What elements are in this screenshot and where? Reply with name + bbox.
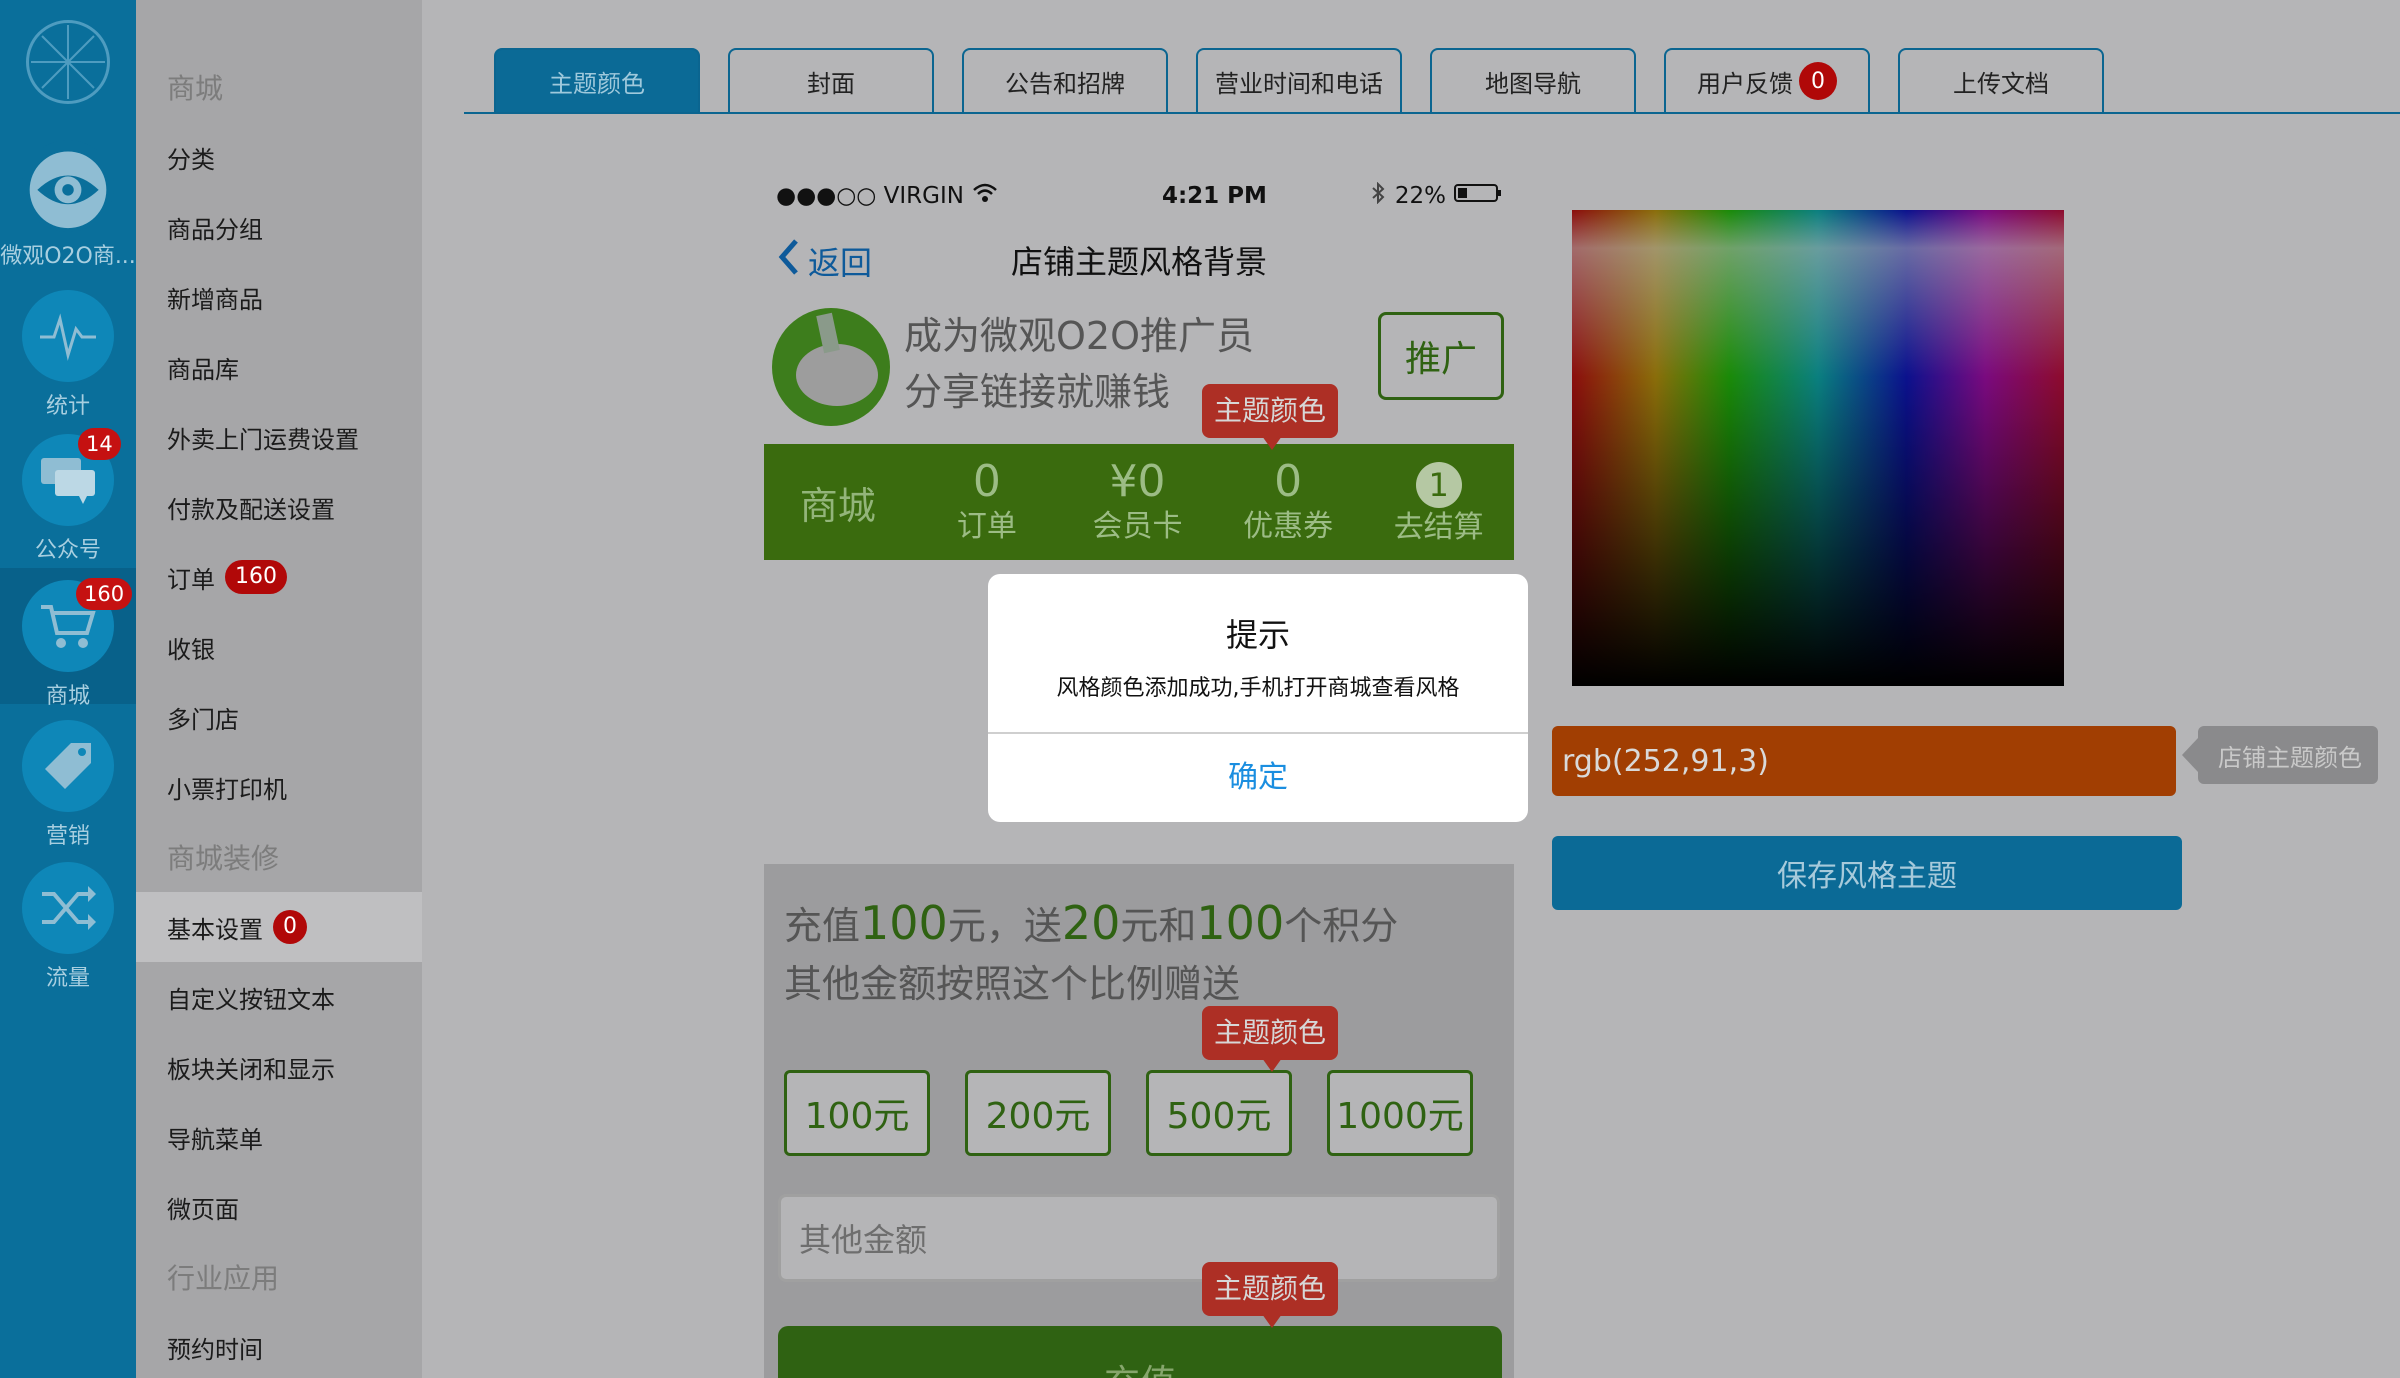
color-picker-spectrum[interactable] (1572, 210, 2064, 686)
mall-stats-bar: 商城 0 订单 ¥0 会员卡 0 优惠券 1 去结算 (764, 444, 1514, 560)
tab-notice-sign[interactable]: 公告和招牌 (962, 48, 1168, 112)
recharge-offer-line: 充值100元，送20元和100个积分 (784, 896, 1399, 950)
icon-rail: 微观O2O商... 统计 14 公众号 160 商城 营销 流量 (0, 0, 136, 1378)
stat-checkout[interactable]: 1 去结算 (1363, 457, 1514, 548)
tag-icon (22, 720, 114, 812)
rail-label: 商城 (45, 684, 90, 709)
carrier-label: ●●●○○ VIRGIN (776, 183, 964, 209)
phone-nav-bar: 返回 店铺主题风格背景 (764, 220, 1514, 300)
rail-item-stats[interactable]: 统计 (0, 290, 136, 420)
wifi-icon (972, 183, 998, 209)
menu-item-receipt-printer[interactable]: 小票打印机 (136, 752, 422, 822)
cart-count-badge: 1 (1415, 461, 1462, 508)
dialog-ok-button[interactable]: 确定 (988, 734, 1528, 822)
menu-item-product-groups[interactable]: 商品分组 (136, 192, 422, 262)
rail-item-wechat[interactable]: 14 公众号 (0, 428, 136, 564)
menu-item-booking-time[interactable]: 预约时间 (136, 1312, 422, 1378)
feedback-badge: 0 (1799, 62, 1837, 100)
secondary-menu: 商城 分类 商品分组 新增商品 商品库 外卖上门运费设置 付款及配送设置 订单 1… (136, 0, 422, 1378)
rail-label: 公众号 (34, 538, 101, 563)
alert-dialog: 提示 风格颜色添加成功,手机打开商城查看风格 确定 (988, 574, 1528, 822)
rail-badge: 14 (78, 428, 121, 460)
tab-theme-color[interactable]: 主题颜色 (494, 48, 700, 112)
promote-button[interactable]: 推广 (1378, 312, 1504, 400)
menu-item-micro-page[interactable]: 微页面 (136, 1172, 422, 1242)
back-button[interactable]: 返回 (778, 238, 872, 284)
logo-icon (26, 20, 110, 104)
settings-tabs: 主题颜色 封面 公告和招牌 营业时间和电话 地图导航 用户反馈 0 上传文档 (464, 48, 2400, 114)
menu-group-decoration: 商城装修 (167, 842, 280, 875)
rail-item-home[interactable]: 微观O2O商... (0, 140, 136, 270)
other-amount-input[interactable]: 其他金额 (778, 1194, 1500, 1282)
promo-banner: 成为微观O2O推广员 分享链接就赚钱 推广 (764, 300, 1514, 444)
status-bar: ●●●○○ VIRGIN 4:21 PM 22% (764, 172, 1514, 220)
menu-item-delivery-fee[interactable]: 外卖上门运费设置 (136, 402, 422, 472)
phone-page-title: 店铺主题风格背景 (1010, 243, 1267, 281)
theme-color-tag: 主题颜色 (1202, 1262, 1339, 1328)
orders-badge: 160 (225, 560, 287, 594)
shuffle-icon (22, 862, 114, 954)
battery-label: 22% (1394, 183, 1446, 209)
menu-item-category[interactable]: 分类 (136, 122, 422, 192)
back-label: 返回 (808, 244, 873, 282)
rail-label: 营销 (45, 824, 90, 849)
bluetooth-icon (1371, 181, 1385, 210)
tab-hours-phone[interactable]: 营业时间和电话 (1196, 48, 1402, 112)
pulse-icon (22, 290, 114, 382)
chat-icon: 14 (22, 428, 121, 526)
theme-color-tag: 主题颜色 (1202, 384, 1339, 450)
menu-item-basic-settings[interactable]: 基本设置 0 (136, 892, 422, 962)
rail-label: 流量 (45, 966, 90, 991)
eye-icon (22, 140, 114, 232)
battery-icon (1454, 183, 1502, 209)
tab-cover[interactable]: 封面 (728, 48, 934, 112)
recharge-button[interactable]: 充值 (778, 1326, 1502, 1378)
rail-item-mall[interactable]: 160 商城 (0, 568, 136, 709)
amount-option-1000[interactable]: 1000元 (1327, 1070, 1473, 1156)
tab-feedback[interactable]: 用户反馈 0 (1664, 48, 1870, 112)
recharge-section: 充值100元，送20元和100个积分 其他金额按照这个比例赠送 100元 200… (764, 864, 1514, 1378)
tab-map-nav[interactable]: 地图导航 (1430, 48, 1636, 112)
menu-item-custom-button-text[interactable]: 自定义按钮文本 (136, 962, 422, 1032)
recharge-offer-note: 其他金额按照这个比例赠送 (784, 962, 1241, 1006)
mall-bar-title: 商城 (799, 483, 876, 528)
rail-label: 统计 (45, 394, 90, 419)
menu-item-multi-store[interactable]: 多门店 (136, 682, 422, 752)
chevron-left-icon (778, 238, 800, 284)
theme-color-tag: 主题颜色 (1202, 1006, 1339, 1072)
menu-item-nav-menu[interactable]: 导航菜单 (136, 1102, 422, 1172)
amount-option-500[interactable]: 500元 (1146, 1070, 1292, 1156)
rail-badge: 160 (76, 578, 133, 610)
menu-item-block-visibility[interactable]: 板块关闭和显示 (136, 1032, 422, 1102)
dialog-message: 风格颜色添加成功,手机打开商城查看风格 (1056, 676, 1460, 701)
menu-group-industry: 行业应用 (167, 1262, 280, 1295)
menu-group-mall: 商城 (167, 72, 224, 105)
menu-item-payment-delivery[interactable]: 付款及配送设置 (136, 472, 422, 542)
amount-option-100[interactable]: 100元 (784, 1070, 930, 1156)
menu-item-product-library[interactable]: 商品库 (136, 332, 422, 402)
amount-option-200[interactable]: 200元 (965, 1070, 1111, 1156)
stat-member-card[interactable]: ¥0 会员卡 (1062, 457, 1213, 547)
tab-upload-docs[interactable]: 上传文档 (1898, 48, 2104, 112)
rail-label: 微观O2O商... (0, 244, 136, 269)
stat-orders[interactable]: 0 订单 (912, 457, 1063, 547)
clock-label: 4:21 PM (1161, 183, 1267, 209)
save-theme-button[interactable]: 保存风格主题 (1552, 836, 2182, 910)
amount-options: 100元 200元 500元 1000元 (784, 1070, 1494, 1156)
shop-theme-color-tooltip: 店铺主题颜色 (2182, 726, 2378, 784)
menu-item-orders[interactable]: 订单 160 (136, 542, 422, 612)
stat-coupons[interactable]: 0 优惠券 (1213, 457, 1364, 547)
cart-icon: 160 (22, 578, 133, 672)
rail-item-traffic[interactable]: 流量 (0, 862, 136, 992)
menu-item-new-product[interactable]: 新增商品 (136, 262, 422, 332)
rail-item-marketing[interactable]: 营销 (0, 720, 136, 850)
color-value-input[interactable]: rgb(252,91,3) (1552, 726, 2176, 796)
menu-item-cashier[interactable]: 收银 (136, 612, 422, 682)
promo-line-1: 成为微观O2O推广员 (904, 314, 1254, 358)
basic-settings-badge: 0 (273, 910, 307, 944)
piggy-bank-icon (772, 308, 890, 426)
dialog-title: 提示 (1225, 616, 1290, 654)
